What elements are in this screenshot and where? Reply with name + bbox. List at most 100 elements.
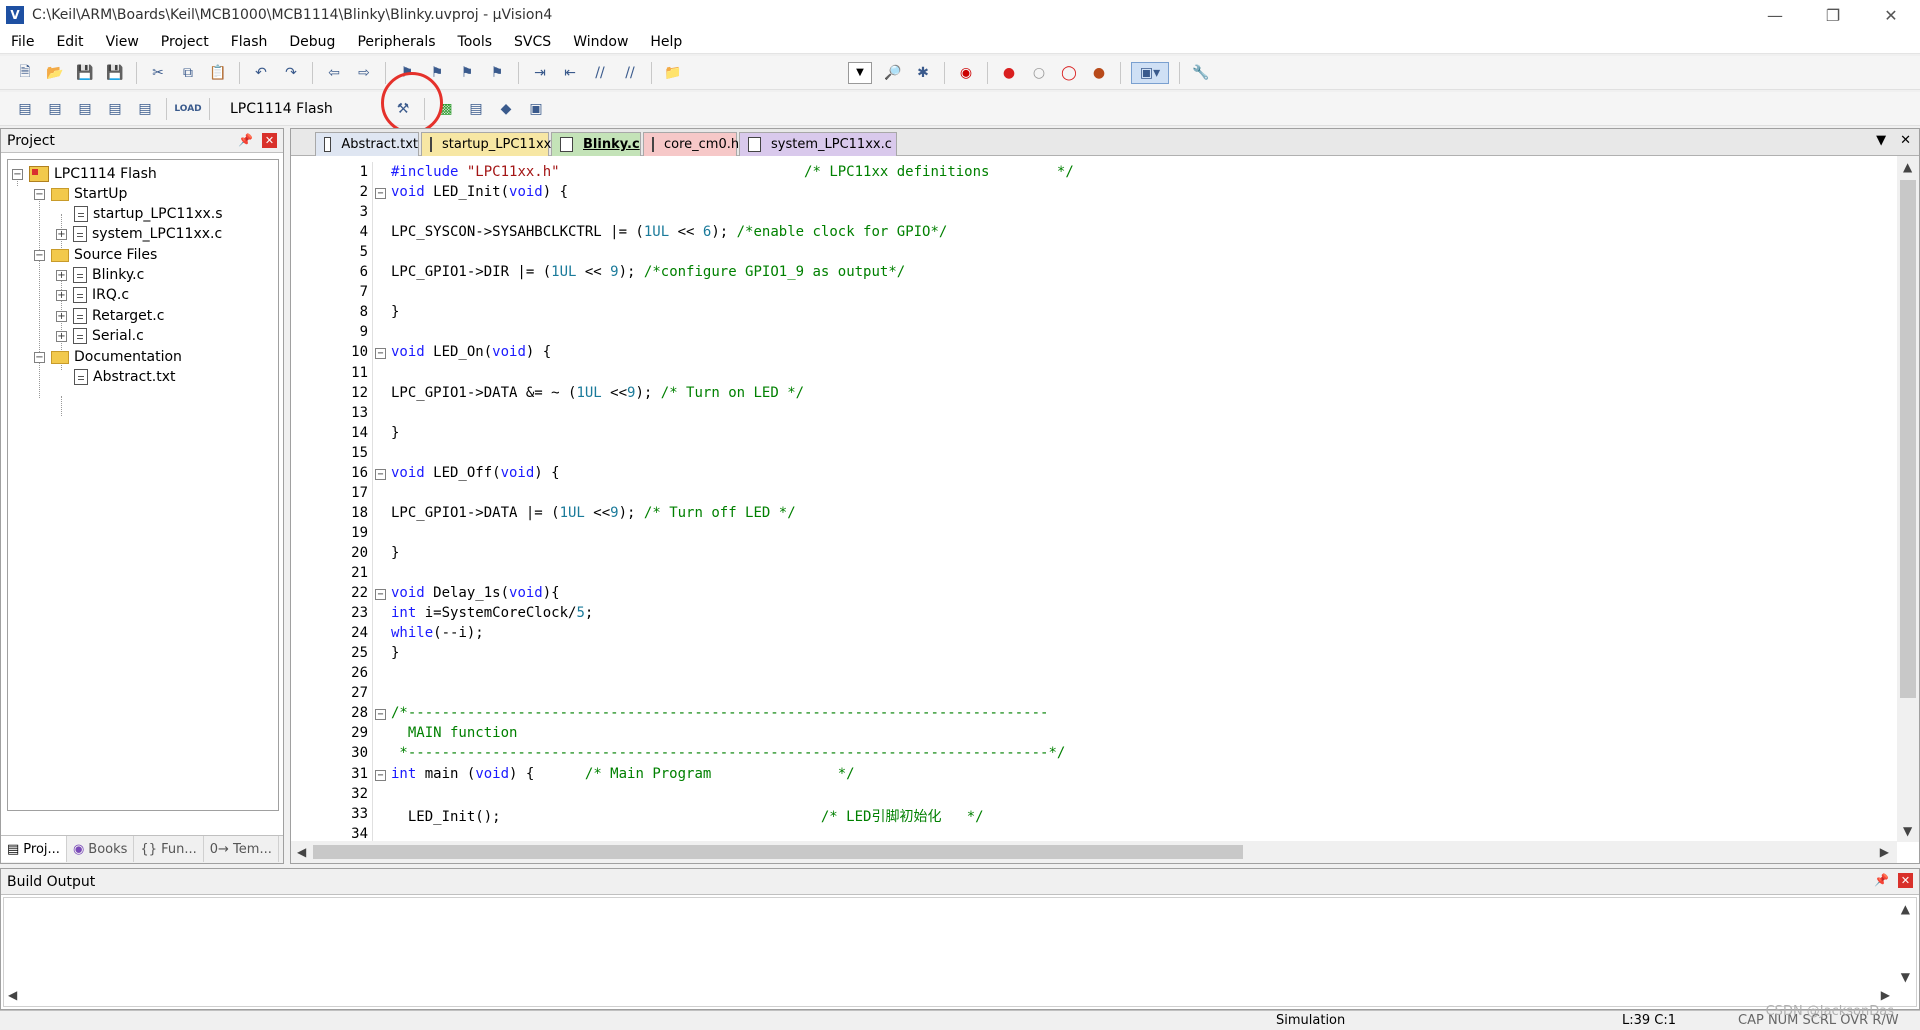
fold-icon[interactable]: − (375, 709, 386, 721)
collapse-icon[interactable]: − (34, 351, 45, 363)
menu-help[interactable]: Help (639, 34, 693, 50)
build-icon[interactable]: ▤ (44, 98, 66, 120)
debug-session-icon[interactable]: ◉ (955, 62, 977, 84)
menu-file[interactable]: File (0, 34, 45, 50)
collapse-icon[interactable]: − (34, 249, 45, 261)
scroll-up-icon[interactable]: ▲ (1901, 902, 1910, 916)
tab-file[interactable]: system_LPC11xx.c (739, 132, 897, 156)
stop-build-icon[interactable]: ▤ (134, 98, 156, 120)
tab-functions[interactable]: {} Fun... (134, 836, 204, 862)
tree-item-file[interactable]: + system_LPC11xx.c (56, 223, 222, 245)
uncomment-icon[interactable]: // (619, 62, 641, 84)
close-icon[interactable]: ✕ (1898, 873, 1913, 888)
expand-icon[interactable]: + (56, 269, 67, 281)
unindent-icon[interactable]: ⇤ (559, 62, 581, 84)
scroll-down-icon[interactable]: ▼ (1901, 970, 1910, 984)
menu-debug[interactable]: Debug (278, 34, 346, 50)
build-output-text[interactable]: ▲ ▼ ◀ ▶ (3, 897, 1917, 1007)
menu-view[interactable]: View (95, 34, 150, 50)
restore-button[interactable]: ❐ (1804, 0, 1862, 30)
tab-templates[interactable]: 0→ Tem... (204, 836, 279, 862)
fold-icon[interactable]: − (375, 589, 386, 601)
fold-icon[interactable]: − (375, 769, 386, 781)
tree-item-documentation[interactable]: − Documentation (34, 346, 182, 368)
fold-icon[interactable]: − (375, 348, 386, 360)
fold-icon[interactable]: − (375, 188, 386, 200)
rebuild-icon[interactable]: ▤ (74, 98, 96, 120)
tree-item-file[interactable]: + Serial.c (56, 325, 144, 347)
menu-edit[interactable]: Edit (45, 34, 94, 50)
scroll-left-icon[interactable]: ◀ (297, 845, 306, 859)
menu-project[interactable]: Project (150, 34, 220, 50)
pin-icon[interactable]: 📌 (238, 133, 253, 147)
configure-icon[interactable]: 🔧 (1190, 62, 1212, 84)
disable-breakpoint-icon[interactable]: ○ (1028, 62, 1050, 84)
scroll-right-icon[interactable]: ▶ (1881, 988, 1890, 1002)
expand-icon[interactable]: + (56, 228, 67, 240)
next-bookmark-icon[interactable]: ⚑ (456, 62, 478, 84)
manage-rte-icon[interactable]: ◆ (495, 98, 517, 120)
pack-installer-icon[interactable]: ▣ (525, 98, 547, 120)
tab-file[interactable]: Blinky.c (551, 132, 641, 156)
save-icon[interactable]: 💾 (74, 62, 96, 84)
code-area[interactable]: 1 2 3 4 5 6 7 8 9 10 11 12 13 14 15 16 17 18 19 20 21 22 23 24 2… (295, 162, 1889, 842)
close-icon[interactable]: ✕ (262, 133, 277, 148)
download-icon[interactable]: LOAD (174, 98, 201, 120)
tab-file[interactable]: startup_LPC11xx.s (421, 132, 562, 156)
target-select[interactable]: LPC1114 Flash (226, 97, 396, 121)
tab-books[interactable]: ◉ Books (67, 836, 135, 862)
find-in-files-icon[interactable]: 📁 (662, 62, 684, 84)
tab-file[interactable]: core_cm0.h (643, 132, 739, 156)
tab-project[interactable]: ▤ Proj... (1, 836, 67, 862)
menu-peripherals[interactable]: Peripherals (346, 34, 446, 50)
menu-tools[interactable]: Tools (447, 34, 504, 50)
undo-icon[interactable]: ↶ (250, 62, 272, 84)
open-file-icon[interactable]: 📂 (44, 62, 66, 84)
minimize-button[interactable]: — (1746, 0, 1804, 30)
expand-icon[interactable]: + (56, 330, 67, 342)
find-combo-dropdown[interactable]: ▼ (848, 61, 872, 84)
cut-icon[interactable]: ✂ (147, 62, 169, 84)
scroll-up-icon[interactable]: ▲ (1903, 160, 1912, 174)
scroll-right-icon[interactable]: ▶ (1880, 845, 1889, 859)
expand-icon[interactable]: + (56, 310, 67, 322)
indent-icon[interactable]: ⇥ (529, 62, 551, 84)
tab-file[interactable]: Abstract.txt (315, 132, 419, 156)
kill-all-breakpoints-icon[interactable]: ● (1088, 62, 1110, 84)
tree-item-file[interactable]: + IRQ.c (56, 284, 129, 306)
clear-bookmarks-icon[interactable]: ⚑ (486, 62, 508, 84)
menu-svcs[interactable]: SVCS (503, 34, 562, 50)
tree-item-source-files[interactable]: − Source Files (34, 244, 157, 266)
collapse-icon[interactable]: − (34, 188, 45, 200)
vertical-scrollbar[interactable]: ▲ ▼ (1897, 156, 1919, 842)
tree-item-file[interactable]: + Blinky.c (56, 264, 144, 286)
tree-item-file[interactable]: Abstract.txt (74, 366, 175, 388)
scroll-left-icon[interactable]: ◀ (8, 988, 17, 1002)
menu-flash[interactable]: Flash (220, 34, 279, 50)
disable-all-breakpoints-icon[interactable]: ◯ (1058, 62, 1080, 84)
fold-icon[interactable]: − (375, 468, 386, 480)
save-all-icon[interactable]: 💾 (104, 62, 126, 84)
breakpoint-icon[interactable]: ● (998, 62, 1020, 84)
horizontal-scrollbar[interactable]: ◀ ▶ (291, 841, 1897, 863)
tree-item-file[interactable]: + Retarget.c (56, 305, 164, 327)
tree-item-startup[interactable]: − StartUp (34, 183, 127, 205)
translate-icon[interactable]: ▤ (14, 98, 36, 120)
new-file-icon[interactable]: 🗎 (14, 62, 36, 84)
batch-build-icon[interactable]: ▤ (104, 98, 126, 120)
tree-item-project[interactable]: − LPC1114 Flash (12, 163, 157, 185)
tab-list-icon[interactable]: ▼ (1876, 133, 1886, 148)
comment-icon[interactable]: // (589, 62, 611, 84)
copy-icon[interactable]: ⧉ (177, 62, 199, 84)
window-layout-icon[interactable]: ▣▾ (1131, 61, 1169, 84)
menu-window[interactable]: Window (562, 34, 639, 50)
nav-back-icon[interactable]: ⇦ (323, 62, 345, 84)
pin-icon[interactable]: 📌 (1874, 873, 1889, 887)
scroll-down-icon[interactable]: ▼ (1903, 824, 1912, 838)
nav-forward-icon[interactable]: ⇨ (353, 62, 375, 84)
redo-icon[interactable]: ↷ (280, 62, 302, 84)
expand-icon[interactable]: + (56, 289, 67, 301)
close-button[interactable]: ✕ (1862, 0, 1920, 30)
close-tab-icon[interactable]: ✕ (1900, 133, 1911, 148)
select-packs-icon[interactable]: ▤ (465, 98, 487, 120)
